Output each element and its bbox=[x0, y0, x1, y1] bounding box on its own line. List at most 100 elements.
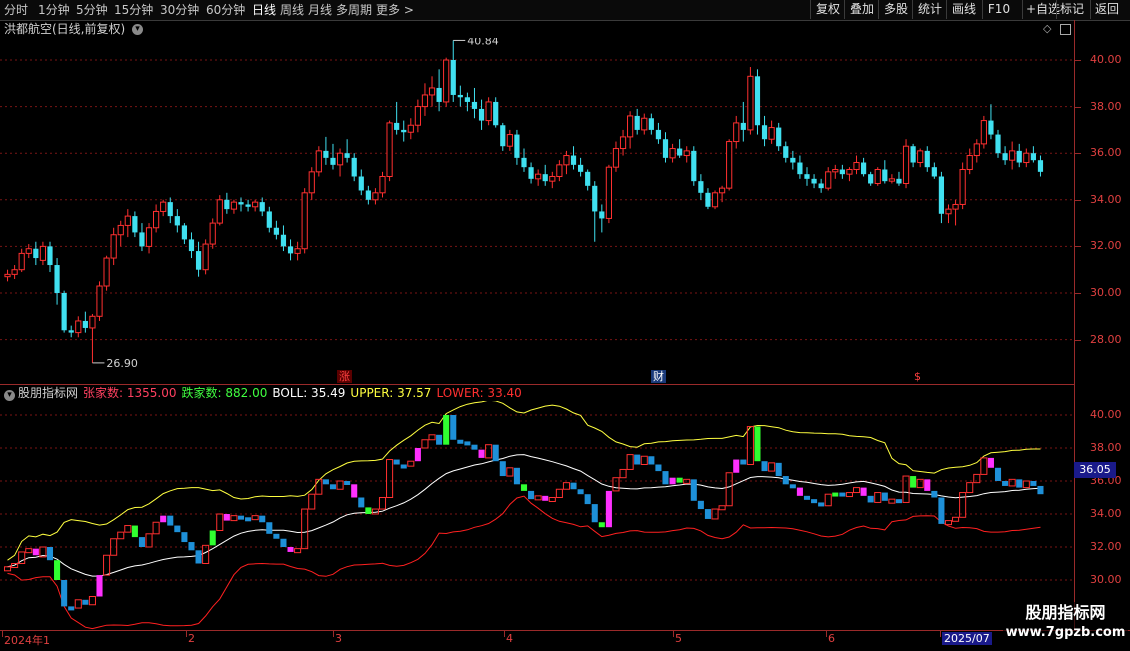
candle-body bbox=[33, 248, 39, 259]
indicator-dropdown-icon[interactable]: ▾ bbox=[4, 390, 15, 401]
stock-title[interactable]: 洪都航空(日线,前复权) ▾ bbox=[4, 21, 144, 37]
candle-body bbox=[323, 150, 329, 158]
candlestick-chart[interactable]: 40.84 26.90 bbox=[0, 38, 1074, 384]
indicator-bar bbox=[358, 497, 365, 508]
indicator-bar bbox=[436, 434, 443, 445]
event-marker-2[interactable]: $ bbox=[912, 370, 923, 383]
candle-body bbox=[230, 201, 238, 210]
indicator-bar bbox=[534, 495, 542, 501]
indicator-bar bbox=[365, 507, 372, 514]
indicator-bar bbox=[450, 415, 457, 440]
title-dropdown-icon[interactable]: ▾ bbox=[132, 24, 144, 35]
toolbar-button-0[interactable]: 复权 bbox=[810, 0, 845, 19]
candle-body bbox=[174, 216, 180, 226]
indicator-bar bbox=[513, 467, 520, 485]
toolbar-button-5[interactable]: F10 bbox=[982, 0, 1015, 19]
candle-body bbox=[733, 122, 740, 143]
toolbar-button-3[interactable]: 统计 bbox=[912, 0, 947, 19]
period-3[interactable]: 15分钟 bbox=[114, 1, 153, 19]
period-1[interactable]: 1分钟 bbox=[38, 1, 70, 19]
indicator-bar bbox=[966, 482, 974, 494]
indicator-bar bbox=[789, 484, 796, 489]
candle-body bbox=[648, 118, 654, 130]
toolbar-button-4[interactable]: 画线 bbox=[946, 0, 981, 19]
indicator-bar bbox=[910, 476, 917, 488]
indicator-bar bbox=[1002, 481, 1009, 486]
panel-toggle-icon[interactable] bbox=[1060, 24, 1071, 35]
candle-body bbox=[627, 115, 634, 138]
period-10[interactable]: 更多 > bbox=[376, 1, 414, 19]
period-4[interactable]: 30分钟 bbox=[160, 1, 199, 19]
period-2[interactable]: 5分钟 bbox=[76, 1, 108, 19]
candle-body bbox=[995, 134, 1001, 154]
axis-divider bbox=[1074, 20, 1075, 630]
price-tick bbox=[1075, 293, 1081, 294]
indicator-bar bbox=[195, 550, 202, 564]
candle-body bbox=[754, 76, 761, 126]
candle-body bbox=[18, 252, 25, 271]
candle-body bbox=[585, 171, 591, 186]
date-tick bbox=[333, 631, 334, 637]
indicator-name[interactable]: 股朋指标网 bbox=[18, 386, 78, 400]
candle-body bbox=[110, 234, 117, 259]
candle-body bbox=[54, 265, 60, 293]
candle-body bbox=[266, 211, 272, 228]
period-7[interactable]: 周线 bbox=[280, 1, 304, 19]
rise-count: 张家数: 1355.00 bbox=[83, 386, 177, 400]
candle-body bbox=[832, 169, 839, 173]
period-6[interactable]: 日线 bbox=[252, 1, 276, 19]
indicator-bar bbox=[874, 492, 882, 503]
indicator-bar bbox=[344, 481, 351, 485]
candle-body bbox=[776, 127, 782, 147]
indicator-bar bbox=[266, 522, 273, 534]
indicator-chart[interactable] bbox=[0, 401, 1074, 630]
lower-value: LOWER: 33.40 bbox=[436, 386, 522, 400]
indicator-bar bbox=[181, 532, 188, 543]
candle-body bbox=[973, 143, 980, 157]
candle-body bbox=[464, 97, 471, 102]
indicator-bar bbox=[839, 492, 846, 497]
period-0[interactable]: 分时 bbox=[4, 1, 28, 19]
candle-body bbox=[662, 139, 669, 158]
candle-body bbox=[238, 202, 244, 205]
candle-body bbox=[804, 174, 810, 179]
indicator-bar bbox=[273, 533, 280, 539]
last-value-badge: 36.05 bbox=[1074, 462, 1116, 478]
candle-body bbox=[96, 285, 103, 317]
candle-body bbox=[924, 150, 930, 168]
indicator-bar bbox=[987, 457, 994, 468]
price-tick-label: 36.00 bbox=[1090, 146, 1122, 160]
indicator-bar bbox=[131, 525, 138, 538]
period-5[interactable]: 60分钟 bbox=[206, 1, 245, 19]
indicator-bar bbox=[655, 464, 662, 472]
indicator-bar bbox=[287, 547, 294, 552]
toolbar-button-7[interactable]: 返回 bbox=[1090, 0, 1123, 19]
event-marker-1[interactable]: 财 bbox=[651, 370, 666, 383]
candle-body bbox=[698, 181, 704, 193]
indicator-bar bbox=[46, 547, 54, 561]
indicator-bar bbox=[301, 508, 309, 550]
candle-body bbox=[711, 192, 719, 208]
indicator-bar bbox=[407, 460, 415, 467]
toolbar-button-2[interactable]: 多股 bbox=[878, 0, 913, 19]
period-9[interactable]: 多周期 bbox=[336, 1, 372, 19]
period-8[interactable]: 月线 bbox=[308, 1, 332, 19]
indicator-bar bbox=[803, 495, 811, 500]
toolbar-button-1[interactable]: 叠加 bbox=[844, 0, 879, 19]
candle-body bbox=[726, 141, 733, 189]
diamond-icon[interactable]: ◇ bbox=[1043, 22, 1051, 35]
candle-body bbox=[888, 178, 895, 182]
mark-button[interactable]: 标记 bbox=[1056, 0, 1087, 19]
candle-body bbox=[421, 94, 429, 108]
candle-body bbox=[747, 75, 754, 131]
indicator-bar bbox=[88, 596, 96, 606]
indicator-tick-label: 40.00 bbox=[1090, 408, 1122, 421]
candle-body bbox=[619, 136, 627, 150]
event-marker-0[interactable]: 涨 bbox=[337, 370, 352, 383]
candle-body bbox=[273, 227, 279, 235]
indicator-bar bbox=[818, 502, 825, 507]
date-label-3: 4 bbox=[506, 632, 513, 645]
high-price-label: 40.84 bbox=[467, 38, 499, 47]
candle-body bbox=[188, 239, 195, 252]
candle-body bbox=[1030, 153, 1036, 161]
